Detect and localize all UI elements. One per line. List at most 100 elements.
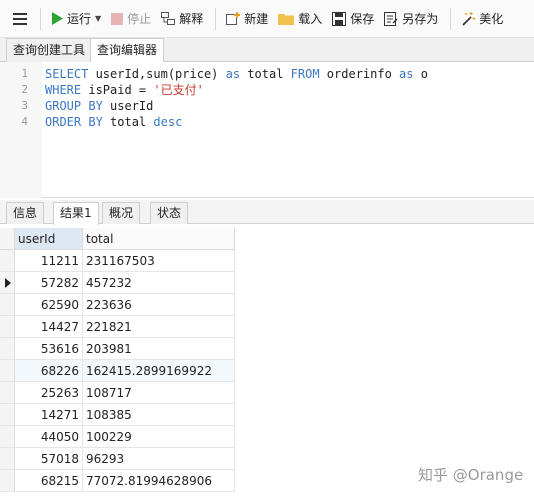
row-indicator[interactable] bbox=[0, 316, 15, 338]
sql-text: isPaid = bbox=[88, 83, 154, 97]
toolbar-divider bbox=[450, 7, 452, 30]
code-text: ORDER BY total desc bbox=[45, 114, 182, 130]
new-label: 新建 bbox=[244, 12, 269, 26]
save-button[interactable]: 保存 bbox=[328, 6, 378, 32]
cell-userid[interactable]: 11211 bbox=[15, 250, 83, 272]
row-indicator[interactable] bbox=[0, 360, 15, 382]
cell-userid[interactable]: 14427 bbox=[15, 316, 83, 338]
row-indicator[interactable] bbox=[0, 382, 15, 404]
sql-keyword: GROUP BY bbox=[45, 99, 111, 113]
table-row[interactable]: 11211 231167503 bbox=[0, 250, 236, 272]
row-indicator[interactable] bbox=[0, 250, 15, 272]
cell-total[interactable]: 231167503 bbox=[83, 250, 235, 272]
row-indicator[interactable] bbox=[0, 338, 15, 360]
code-text: WHERE isPaid = '已支付' bbox=[45, 82, 204, 98]
sql-text: userId bbox=[110, 99, 154, 113]
stop-icon bbox=[111, 12, 124, 25]
sql-keyword: FROM bbox=[290, 67, 327, 81]
table-row[interactable]: 25263 108717 bbox=[0, 382, 236, 404]
cell-userid[interactable]: 68215 bbox=[15, 470, 83, 492]
run-dropdown-caret-icon[interactable]: ▼ bbox=[95, 14, 101, 23]
tab-query-builder[interactable]: 查询创建工具 bbox=[6, 38, 93, 62]
cell-userid[interactable]: 14271 bbox=[15, 404, 83, 426]
new-button[interactable]: 新建 bbox=[222, 6, 272, 32]
cell-userid[interactable]: 25263 bbox=[15, 382, 83, 404]
sql-keyword: desc bbox=[153, 115, 183, 129]
cell-total[interactable]: 100229 bbox=[83, 426, 235, 448]
cell-userid[interactable]: 62590 bbox=[15, 294, 83, 316]
cell-total[interactable]: 77072.81994628906 bbox=[83, 470, 235, 492]
cell-total[interactable]: 203981 bbox=[83, 338, 235, 360]
cell-total[interactable]: 108717 bbox=[83, 382, 235, 404]
column-header-total[interactable]: total bbox=[83, 228, 235, 250]
save-as-button[interactable]: 另存为 bbox=[380, 6, 442, 32]
table-row[interactable]: 53616 203981 bbox=[0, 338, 236, 360]
sql-keyword: as bbox=[399, 67, 421, 81]
stop-label: 停止 bbox=[127, 12, 152, 26]
row-indicator[interactable] bbox=[0, 404, 15, 426]
row-indicator[interactable] bbox=[0, 426, 15, 448]
run-label: 运行 bbox=[67, 12, 92, 26]
table-row[interactable]: 44050 100229 bbox=[0, 426, 236, 448]
table-row[interactable]: 14271 108385 bbox=[0, 404, 236, 426]
code-text: GROUP BY userId bbox=[45, 98, 153, 114]
row-indicator-header bbox=[0, 228, 15, 250]
play-icon bbox=[52, 12, 63, 25]
sql-text: userId,sum(price) bbox=[95, 67, 226, 81]
column-header-userid[interactable]: userId bbox=[15, 228, 83, 250]
current-row-arrow-icon bbox=[5, 278, 11, 288]
sql-keyword: ORDER BY bbox=[45, 115, 111, 129]
table-row[interactable]: 57018 96293 bbox=[0, 448, 236, 470]
code-text: SELECT userId,sum(price) as total FROM o… bbox=[45, 66, 428, 82]
menu-icon[interactable] bbox=[0, 0, 40, 38]
stop-button[interactable]: 停止 bbox=[107, 6, 155, 32]
line-number: 2 bbox=[21, 83, 28, 96]
cell-total[interactable]: 223636 bbox=[83, 294, 235, 316]
result-grid: userId total 11211 231167503 57282 457232 62… bbox=[0, 228, 236, 492]
magic-wand-icon bbox=[462, 11, 476, 26]
cell-total[interactable]: 96293 bbox=[83, 448, 235, 470]
tab-profile[interactable]: 概况 bbox=[102, 202, 141, 224]
query-tab-bar: 查询创建工具 查询编辑器 bbox=[0, 38, 534, 63]
cell-userid[interactable]: 57282 bbox=[15, 272, 83, 294]
sql-keyword: WHERE bbox=[45, 83, 89, 97]
tab-status[interactable]: 状态 bbox=[150, 202, 189, 224]
row-indicator[interactable] bbox=[0, 272, 15, 294]
explain-button[interactable]: 解释 bbox=[157, 6, 207, 32]
result-tab-bar: 信息 结果1 概况 状态 bbox=[0, 200, 534, 225]
cell-userid[interactable]: 53616 bbox=[15, 338, 83, 360]
row-indicator[interactable] bbox=[0, 294, 15, 316]
sql-editor[interactable]: 1 SELECT userId,sum(price) as total FROM … bbox=[0, 62, 534, 198]
tab-result-1[interactable]: 结果1 bbox=[53, 202, 99, 225]
cell-total[interactable]: 162415.2899169922 bbox=[83, 360, 235, 382]
table-row[interactable]: 62590 223636 bbox=[0, 294, 236, 316]
folder-icon bbox=[278, 14, 295, 25]
row-indicator[interactable] bbox=[0, 470, 15, 492]
load-button[interactable]: 载入 bbox=[274, 6, 326, 32]
sql-string: '已支付' bbox=[153, 83, 204, 97]
table-row[interactable]: 57282 457232 bbox=[0, 272, 236, 294]
toolbar: 运行 ▼ 停止 解释 新建 载入 保存 另存为 美化 bbox=[0, 0, 534, 38]
tab-info[interactable]: 信息 bbox=[6, 202, 45, 224]
beautify-label: 美化 bbox=[479, 12, 504, 26]
beautify-button[interactable]: 美化 bbox=[457, 6, 507, 32]
sql-text: total bbox=[110, 115, 154, 129]
cell-userid[interactable]: 57018 bbox=[15, 448, 83, 470]
cell-total[interactable]: 457232 bbox=[83, 272, 235, 294]
table-row[interactable]: 14427 221821 bbox=[0, 316, 236, 338]
table-row[interactable]: 68226 162415.2899169922 bbox=[0, 360, 236, 382]
cell-total[interactable]: 108385 bbox=[83, 404, 235, 426]
save-as-label: 另存为 bbox=[402, 12, 439, 26]
tab-query-editor[interactable]: 查询编辑器 bbox=[90, 38, 165, 63]
line-number: 4 bbox=[21, 115, 28, 128]
toolbar-divider bbox=[40, 7, 41, 30]
cell-userid[interactable]: 68226 bbox=[15, 360, 83, 382]
cell-userid[interactable]: 44050 bbox=[15, 426, 83, 448]
sql-text: o bbox=[420, 67, 428, 81]
row-indicator[interactable] bbox=[0, 448, 15, 470]
run-button[interactable]: 运行 bbox=[47, 6, 95, 32]
explain-label: 解释 bbox=[179, 12, 204, 26]
table-row[interactable]: 68215 77072.81994628906 bbox=[0, 470, 236, 492]
new-query-icon bbox=[226, 11, 241, 25]
cell-total[interactable]: 221821 bbox=[83, 316, 235, 338]
